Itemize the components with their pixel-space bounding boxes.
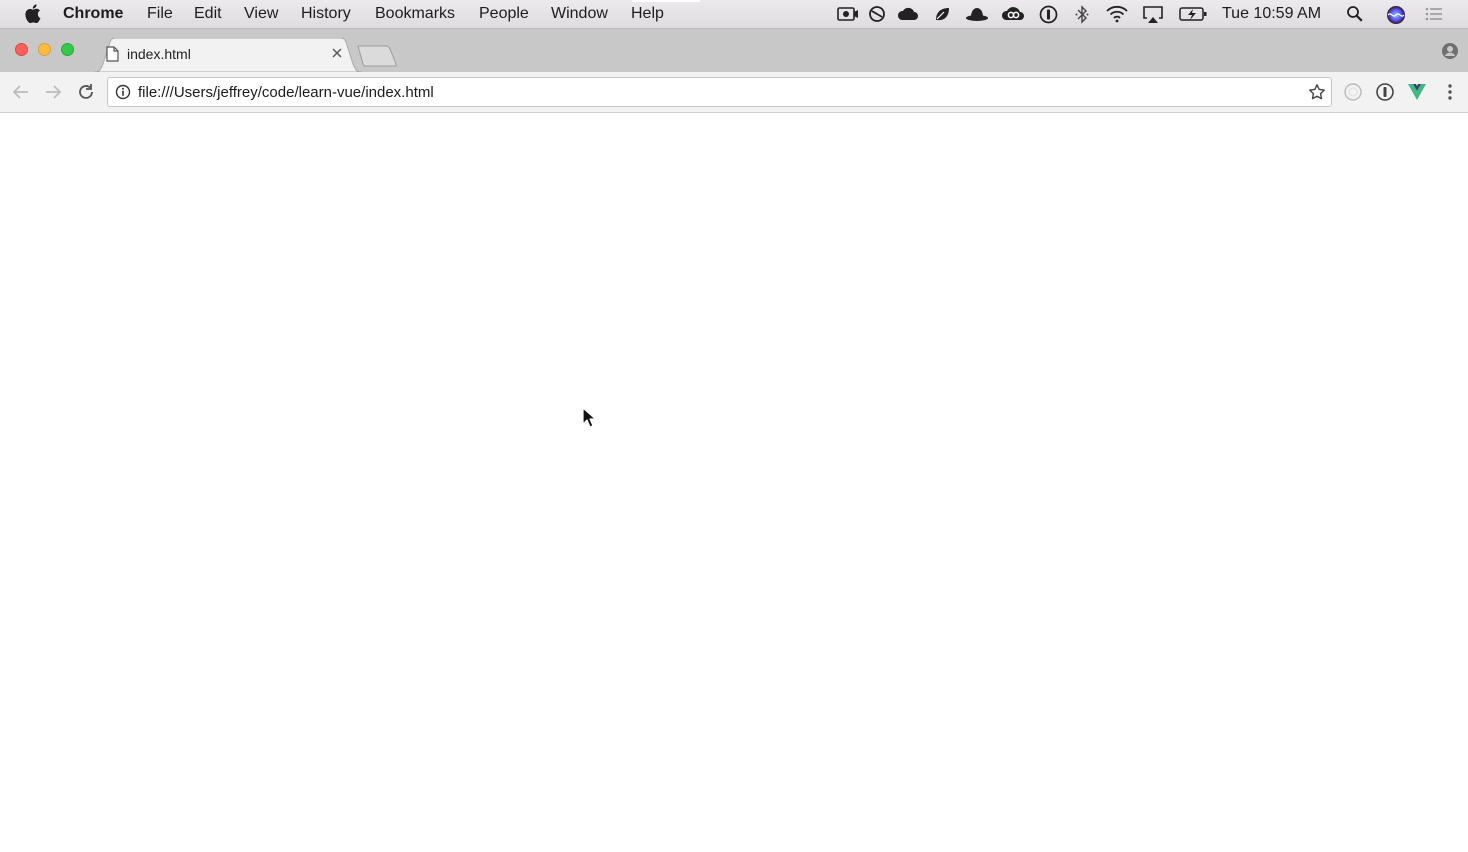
- creative-cloud-icon[interactable]: [1001, 5, 1025, 28]
- new-tab-button[interactable]: [356, 45, 398, 72]
- blocked-icon[interactable]: [868, 5, 886, 28]
- menu-bookmarks[interactable]: Bookmarks: [375, 5, 455, 23]
- menu-bar-highlight: [632, 0, 700, 2]
- wifi-icon[interactable]: [1105, 5, 1129, 28]
- siri-icon[interactable]: [1386, 5, 1406, 30]
- document-icon: [106, 46, 119, 67]
- window-close-button[interactable]: [15, 43, 28, 56]
- back-arrow-icon[interactable]: [11, 82, 31, 107]
- menu-file[interactable]: File: [147, 5, 173, 23]
- menu-help[interactable]: Help: [631, 5, 664, 23]
- window-minimize-button[interactable]: [38, 43, 51, 56]
- menu-window[interactable]: Window: [551, 5, 608, 23]
- tab-close-icon[interactable]: [330, 46, 344, 60]
- menu-bar: Chrome File Edit View History Bookmarks …: [0, 0, 1468, 29]
- tab-index-html[interactable]: index.html: [94, 38, 362, 72]
- vue-devtools-icon[interactable]: [1407, 82, 1427, 107]
- hat-icon[interactable]: [965, 5, 989, 28]
- password-icon[interactable]: [1039, 5, 1058, 29]
- page-content[interactable]: [0, 113, 1468, 852]
- menu-history[interactable]: History: [301, 5, 351, 23]
- bluetooth-icon[interactable]: [1075, 5, 1089, 29]
- notification-center-icon[interactable]: [1424, 5, 1444, 28]
- extension-circle-icon[interactable]: [1343, 82, 1363, 107]
- forward-arrow-icon[interactable]: [43, 82, 63, 107]
- leaf-icon[interactable]: [933, 5, 951, 28]
- mouse-cursor-icon: [582, 407, 597, 434]
- menu-people[interactable]: People: [479, 5, 529, 23]
- tab-title: index.html: [127, 46, 191, 62]
- window-maximize-button[interactable]: [61, 43, 74, 56]
- menu-app-name[interactable]: Chrome: [63, 5, 123, 23]
- airplay-icon[interactable]: [1142, 5, 1164, 29]
- reload-icon[interactable]: [76, 82, 96, 107]
- info-icon[interactable]: [115, 84, 131, 105]
- tab-strip: index.html: [0, 29, 1468, 72]
- profile-icon[interactable]: [1441, 42, 1459, 65]
- password-extension-icon[interactable]: [1375, 82, 1395, 107]
- menu-edit[interactable]: Edit: [194, 5, 222, 23]
- menu-view[interactable]: View: [244, 5, 278, 23]
- cloud-icon[interactable]: [897, 5, 919, 28]
- bookmark-star-icon[interactable]: [1308, 83, 1326, 106]
- chrome-menu-icon[interactable]: [1440, 82, 1460, 107]
- apple-icon[interactable]: [24, 4, 41, 28]
- browser-toolbar: file:///Users/jeffrey/code/learn-vue/ind…: [0, 72, 1468, 113]
- battery-icon[interactable]: [1179, 5, 1209, 28]
- address-bar[interactable]: file:///Users/jeffrey/code/learn-vue/ind…: [107, 77, 1332, 107]
- menu-clock[interactable]: Tue 10:59 AM: [1222, 5, 1321, 23]
- url-text[interactable]: file:///Users/jeffrey/code/learn-vue/ind…: [138, 84, 434, 101]
- spotlight-icon[interactable]: [1346, 5, 1364, 28]
- screen-record-icon[interactable]: [837, 5, 859, 28]
